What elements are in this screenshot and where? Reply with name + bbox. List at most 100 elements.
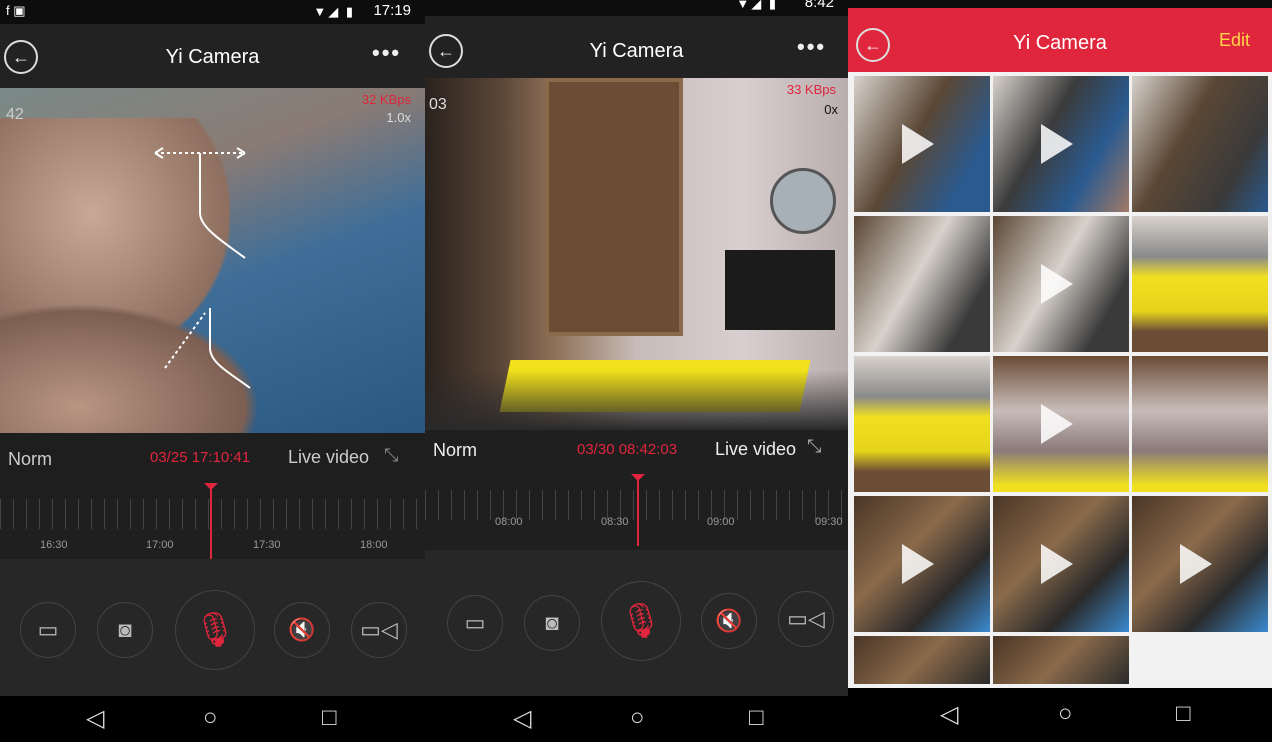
- media-thumbnail[interactable]: [993, 356, 1129, 492]
- more-options-button[interactable]: •••: [797, 34, 826, 60]
- folder-icon: ▭: [464, 610, 486, 635]
- panel-live-video-1: f ▣ ▼◢ ▮ 17:19 ← Yi Camera ••• 42 32 KBp…: [0, 0, 425, 742]
- camera-icon: ◙: [118, 617, 132, 642]
- video-caption-bar: Norm 03/30 08:42:03 Live video ⤡: [425, 430, 848, 474]
- edit-button[interactable]: Edit: [1219, 30, 1250, 51]
- mute-button[interactable]: 🔇: [701, 593, 757, 649]
- play-icon: [1041, 544, 1073, 584]
- nav-home-icon[interactable]: ○: [203, 704, 218, 732]
- android-nav-bar: ◁ ○ □: [425, 696, 848, 742]
- media-thumbnail[interactable]: [854, 356, 990, 492]
- timeline-tick-label: 16:30: [40, 539, 68, 551]
- media-thumbnail[interactable]: [1132, 356, 1268, 492]
- bitrate-readout: 33 KBps: [786, 82, 836, 97]
- snapshot-button[interactable]: ◙: [524, 595, 580, 651]
- speaker-muted-icon: 🔇: [715, 608, 743, 633]
- android-nav-bar: ◁ ○ □: [0, 696, 425, 742]
- nav-back-icon[interactable]: ◁: [513, 704, 531, 733]
- video-caption-bar: Norm 03/25 17:10:41 Live video ⤡: [0, 433, 425, 483]
- playback-timeline[interactable]: 16:30 17:00 17:30 18:00: [0, 483, 425, 559]
- talk-button[interactable]: 🎙: [175, 590, 255, 670]
- video-cabinet: [545, 78, 683, 336]
- snapshot-button[interactable]: ◙: [97, 602, 153, 658]
- playback-timeline[interactable]: 08:00 08:30 09:00 09:30: [425, 474, 848, 550]
- app-title: Yi Camera: [1013, 32, 1107, 54]
- nav-recent-icon[interactable]: □: [1176, 700, 1191, 728]
- status-bar: f ▣ ▼◢ ▮ 17:19: [0, 0, 425, 24]
- android-nav-bar: ◁ ○ □: [848, 688, 1272, 742]
- clip-index: 03: [429, 96, 447, 113]
- nav-home-icon[interactable]: ○: [630, 704, 645, 732]
- video-fan: [770, 168, 836, 234]
- timeline-tick-label: 09:00: [707, 516, 735, 528]
- record-button[interactable]: ▭◁: [778, 591, 834, 647]
- media-thumbnail[interactable]: [854, 636, 990, 684]
- status-bar: [848, 0, 1272, 8]
- app-header: ← Yi Camera •••: [425, 16, 848, 80]
- quality-selector[interactable]: Norm: [8, 449, 52, 470]
- nav-recent-icon[interactable]: □: [322, 704, 337, 732]
- live-video-feed[interactable]: 03 33 KBps 0x: [425, 78, 848, 430]
- media-thumbnail[interactable]: [993, 76, 1129, 212]
- app-header: ← Yi Camera •••: [0, 24, 425, 88]
- app-title: Yi Camera: [589, 40, 684, 62]
- video-floor: [425, 370, 848, 430]
- media-thumbnail[interactable]: [854, 216, 990, 352]
- nav-recent-icon[interactable]: □: [749, 704, 764, 732]
- control-bar: ▭ ◙ 🎙 🔇 ▭◁: [425, 550, 848, 690]
- camera-icon: ◙: [545, 610, 559, 635]
- media-thumbnail[interactable]: [1132, 216, 1268, 352]
- media-thumbnail[interactable]: [993, 216, 1129, 352]
- media-thumbnail[interactable]: [993, 636, 1129, 684]
- play-icon: [1180, 544, 1212, 584]
- panel-album: ← Yi Camera Edit ◁ ○ □: [848, 0, 1272, 742]
- signal-icon: ▼◢ ▮: [313, 4, 355, 19]
- video-camera-icon: ▭◁: [787, 606, 825, 631]
- video-timestamp: 03/30 08:42:03: [577, 441, 678, 458]
- zoom-readout: 0x: [824, 102, 838, 117]
- media-thumbnail[interactable]: [993, 496, 1129, 632]
- timeline-cursor[interactable]: [631, 474, 645, 546]
- timeline-tick-label: 08:00: [495, 516, 523, 528]
- play-icon: [1041, 124, 1073, 164]
- media-thumbnail[interactable]: [1132, 76, 1268, 212]
- quality-selector[interactable]: Norm: [433, 440, 477, 461]
- live-video-label: Live video: [715, 439, 797, 459]
- signal-icon: ▼◢ ▮: [736, 0, 778, 11]
- media-thumbnail[interactable]: [1132, 496, 1268, 632]
- microphone-icon: 🎙: [193, 611, 237, 649]
- timeline-tick-label: 17:00: [146, 539, 174, 551]
- app-title: Yi Camera: [165, 46, 260, 68]
- timeline-tick-label: 08:30: [601, 516, 629, 528]
- fullscreen-icon[interactable]: ⤡: [807, 436, 821, 457]
- panel-live-video-2: ▼◢ ▮ 8:42 ← Yi Camera ••• 03 33 KBps 0x …: [425, 0, 848, 742]
- media-thumbnail[interactable]: [854, 76, 990, 212]
- video-timestamp: 03/25 17:10:41: [150, 449, 251, 466]
- mute-button[interactable]: 🔇: [274, 602, 330, 658]
- album-button[interactable]: ▭: [447, 595, 503, 651]
- live-video-feed[interactable]: 42 32 KBps 1.0x: [0, 88, 425, 433]
- timeline-cursor[interactable]: [204, 483, 218, 559]
- bitrate-readout: 32 KBps: [361, 92, 411, 107]
- timeline-tick-label: 17:30: [253, 539, 281, 551]
- play-icon: [902, 544, 934, 584]
- album-button[interactable]: ▭: [20, 602, 76, 658]
- app-header: ← Yi Camera Edit: [848, 8, 1272, 72]
- control-bar: ▭ ◙ 🎙 🔇 ▭◁: [0, 559, 425, 699]
- gesture-hint-icon: [154, 147, 251, 389]
- record-button[interactable]: ▭◁: [351, 602, 407, 658]
- talk-button[interactable]: 🎙: [601, 581, 681, 661]
- media-thumbnail[interactable]: [854, 496, 990, 632]
- play-icon: [1041, 404, 1073, 444]
- nav-back-icon[interactable]: ◁: [940, 700, 958, 729]
- nav-back-icon[interactable]: ◁: [86, 704, 104, 733]
- fullscreen-icon[interactable]: ⤡: [384, 445, 398, 466]
- video-camera-icon: ▭◁: [360, 617, 398, 642]
- microphone-icon: 🎙: [619, 602, 663, 640]
- nav-home-icon[interactable]: ○: [1058, 700, 1073, 728]
- status-bar: ▼◢ ▮ 8:42: [425, 0, 848, 16]
- zoom-readout: 1.0x: [386, 110, 411, 125]
- video-tv: [725, 250, 835, 330]
- notification-icons: f ▣: [6, 3, 26, 18]
- more-options-button[interactable]: •••: [372, 40, 401, 66]
